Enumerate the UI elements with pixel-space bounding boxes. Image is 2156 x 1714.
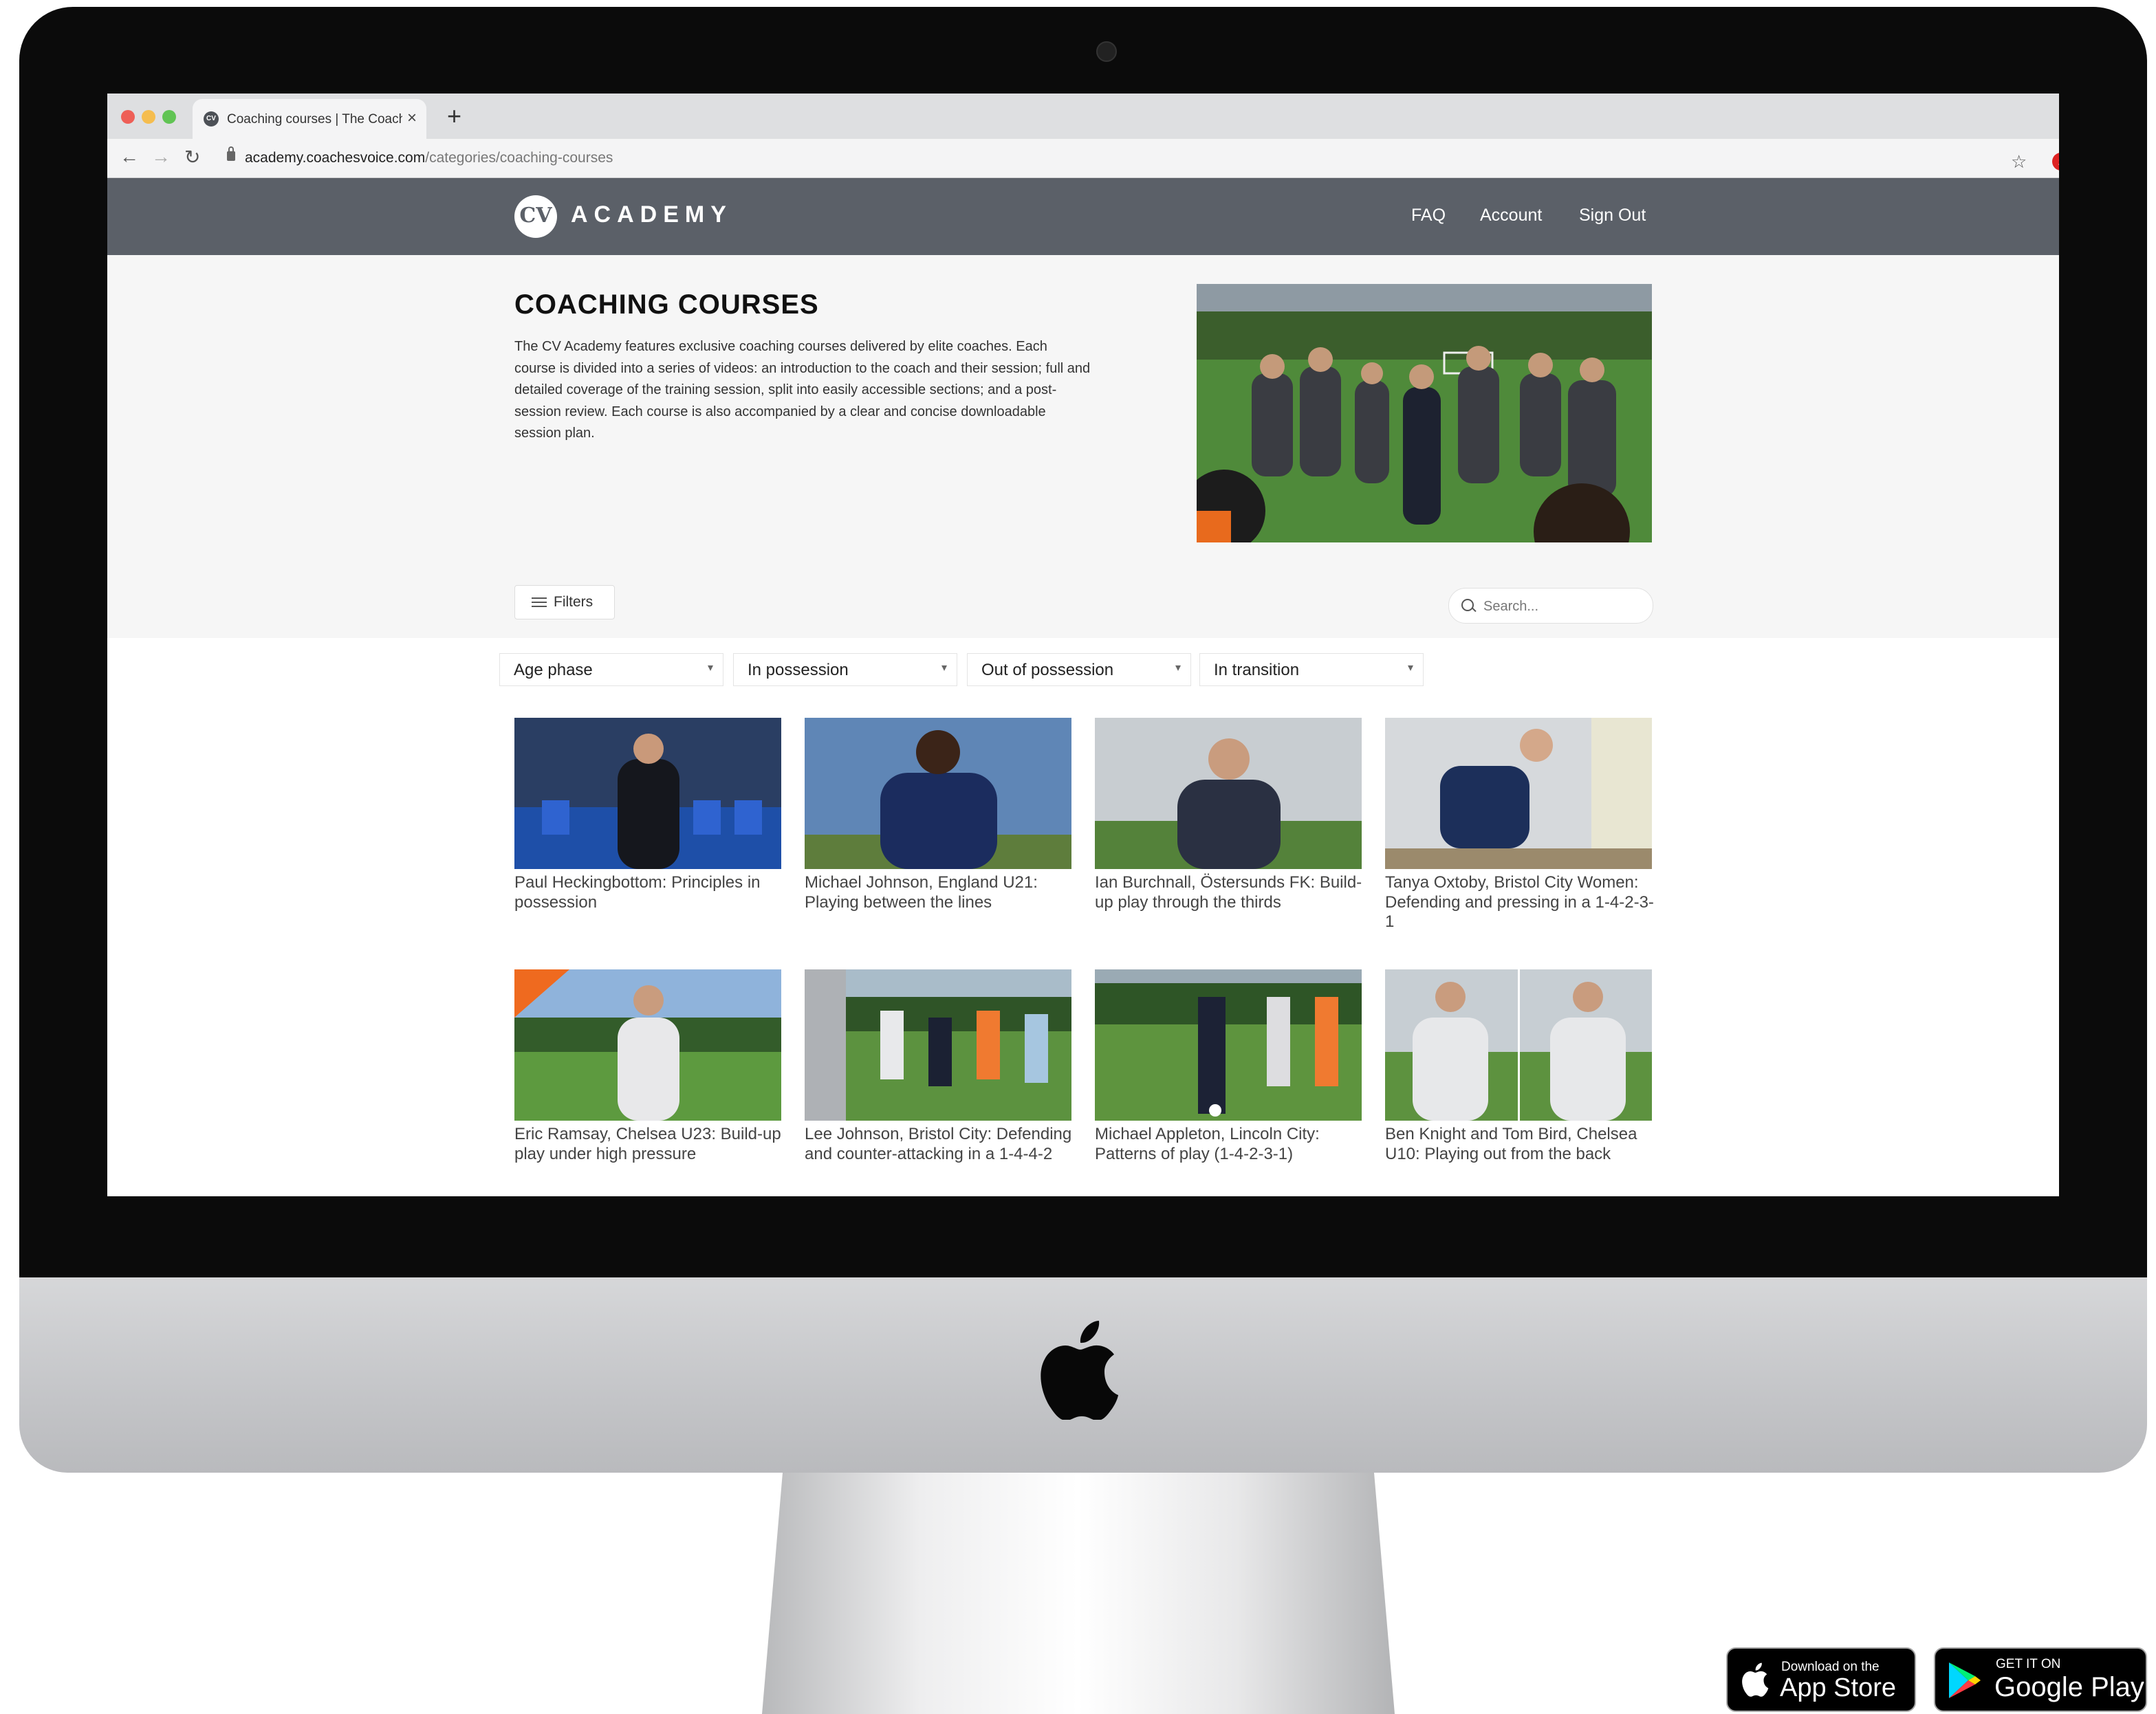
url-text: academy.coachesvoice.com/categories/coac… <box>245 150 613 166</box>
apple-icon <box>1742 1662 1769 1697</box>
chevron-down-icon: ▾ <box>941 662 947 674</box>
nav-faq-link[interactable]: FAQ <box>1411 206 1446 226</box>
extension-badge-icon[interactable]: 2 <box>2052 153 2059 171</box>
url-path: /categories/coaching-courses <box>425 150 613 166</box>
course-thumbnail <box>805 718 1071 869</box>
course-title[interactable]: Ian Burchnall, Östersunds FK: Build-up p… <box>1095 873 1364 912</box>
course-thumbnail <box>514 969 781 1121</box>
course-title[interactable]: Paul Heckingbottom: Principles in posses… <box>514 873 784 912</box>
maximize-window-button[interactable] <box>162 110 176 124</box>
bookmark-star-icon[interactable]: ☆ <box>2011 151 2027 173</box>
googleplay-big-text: Google Play <box>1994 1672 2144 1702</box>
tab-close-icon[interactable]: × <box>407 109 417 128</box>
out-of-possession-dropdown[interactable]: Out of possession ▾ <box>967 653 1191 686</box>
camera-dot <box>1096 41 1117 62</box>
browser-tab[interactable]: CV Coaching courses | The Coach × <box>193 99 426 139</box>
chevron-down-icon: ▾ <box>707 662 713 674</box>
search-icon <box>1461 599 1474 611</box>
course-title[interactable]: Michael Johnson, England U21: Playing be… <box>805 873 1074 912</box>
browser-toolbar: ← → ↻ academy.coachesvoice.com/categorie… <box>107 139 2059 178</box>
filters-label: Filters <box>554 594 594 610</box>
course-thumbnail <box>1095 718 1362 869</box>
logo-text[interactable]: ACADEMY <box>571 201 732 228</box>
hero-description: The CV Academy features exclusive coachi… <box>514 339 1091 441</box>
search-input[interactable] <box>1482 595 1643 617</box>
hero-team-photo <box>1197 284 1652 542</box>
app-store-badge[interactable]: Download on the App Store <box>1726 1647 1916 1712</box>
tab-strip: CV Coaching courses | The Coach × + <box>107 94 2059 139</box>
course-title[interactable]: Ben Knight and Tom Bird, Chelsea U10: Pl… <box>1385 1125 1655 1164</box>
course-title[interactable]: Tanya Oxtoby, Bristol City Women: Defend… <box>1385 873 1655 932</box>
reload-icon[interactable]: ↻ <box>184 146 200 168</box>
google-play-icon <box>1949 1662 1981 1698</box>
site-favicon-icon: CV <box>204 111 219 127</box>
site-header: CV ACADEMY FAQ Account Sign Out <box>107 178 2059 255</box>
age-phase-dropdown[interactable]: Age phase ▾ <box>499 653 723 686</box>
address-bar[interactable]: academy.coachesvoice.com/categories/coac… <box>217 144 2059 172</box>
course-title[interactable]: Lee Johnson, Bristol City: Defending and… <box>805 1125 1074 1164</box>
sliders-icon <box>532 597 547 607</box>
googleplay-small-text: GET IT ON <box>1996 1657 2061 1671</box>
forward-arrow-icon[interactable]: → <box>151 146 171 168</box>
google-play-badge[interactable]: GET IT ON Google Play <box>1934 1647 2147 1712</box>
in-possession-dropdown[interactable]: In possession ▾ <box>733 653 957 686</box>
dropdown-label: Age phase <box>514 661 593 679</box>
close-window-button[interactable] <box>121 110 135 124</box>
appstore-big-text: App Store <box>1780 1673 1896 1702</box>
filters-button[interactable]: Filters <box>514 585 615 619</box>
apple-logo-icon <box>1041 1321 1118 1420</box>
dropdown-label: Out of possession <box>981 661 1114 679</box>
dropdown-label: In possession <box>748 661 849 679</box>
course-title[interactable]: Michael Appleton, Lincoln City: Patterns… <box>1095 1125 1364 1164</box>
imac-stand <box>762 1473 1395 1714</box>
course-thumbnail <box>805 969 1071 1121</box>
new-tab-button[interactable]: + <box>447 102 461 131</box>
minimize-window-button[interactable] <box>142 110 155 124</box>
in-transition-dropdown[interactable]: In transition ▾ <box>1199 653 1424 686</box>
lock-icon <box>227 146 235 161</box>
nav-account-link[interactable]: Account <box>1480 206 1542 226</box>
browser-window: CV Coaching courses | The Coach × + ← → … <box>107 94 2059 1196</box>
course-thumbnail <box>1385 718 1652 869</box>
course-thumbnail <box>1385 969 1652 1121</box>
course-thumbnail <box>514 718 781 869</box>
search-box[interactable] <box>1448 588 1653 624</box>
tab-title: Coaching courses | The Coach <box>227 112 402 127</box>
cv-logo-icon[interactable]: CV <box>514 195 557 238</box>
chevron-down-icon: ▾ <box>1175 662 1181 674</box>
dropdown-label: In transition <box>1214 661 1300 679</box>
hero-section: COACHING COURSES The CV Academy features… <box>107 255 2059 638</box>
nav-sign-out-link[interactable]: Sign Out <box>1579 206 1646 226</box>
appstore-small-text: Download on the <box>1781 1660 1880 1674</box>
course-title[interactable]: Eric Ramsay, Chelsea U23: Build-up play … <box>514 1125 784 1164</box>
page-title: COACHING COURSES <box>514 289 819 320</box>
chevron-down-icon: ▾ <box>1407 662 1413 674</box>
course-thumbnail <box>1095 969 1362 1121</box>
url-domain: academy.coachesvoice.com <box>245 150 426 166</box>
back-arrow-icon[interactable]: ← <box>120 146 139 168</box>
